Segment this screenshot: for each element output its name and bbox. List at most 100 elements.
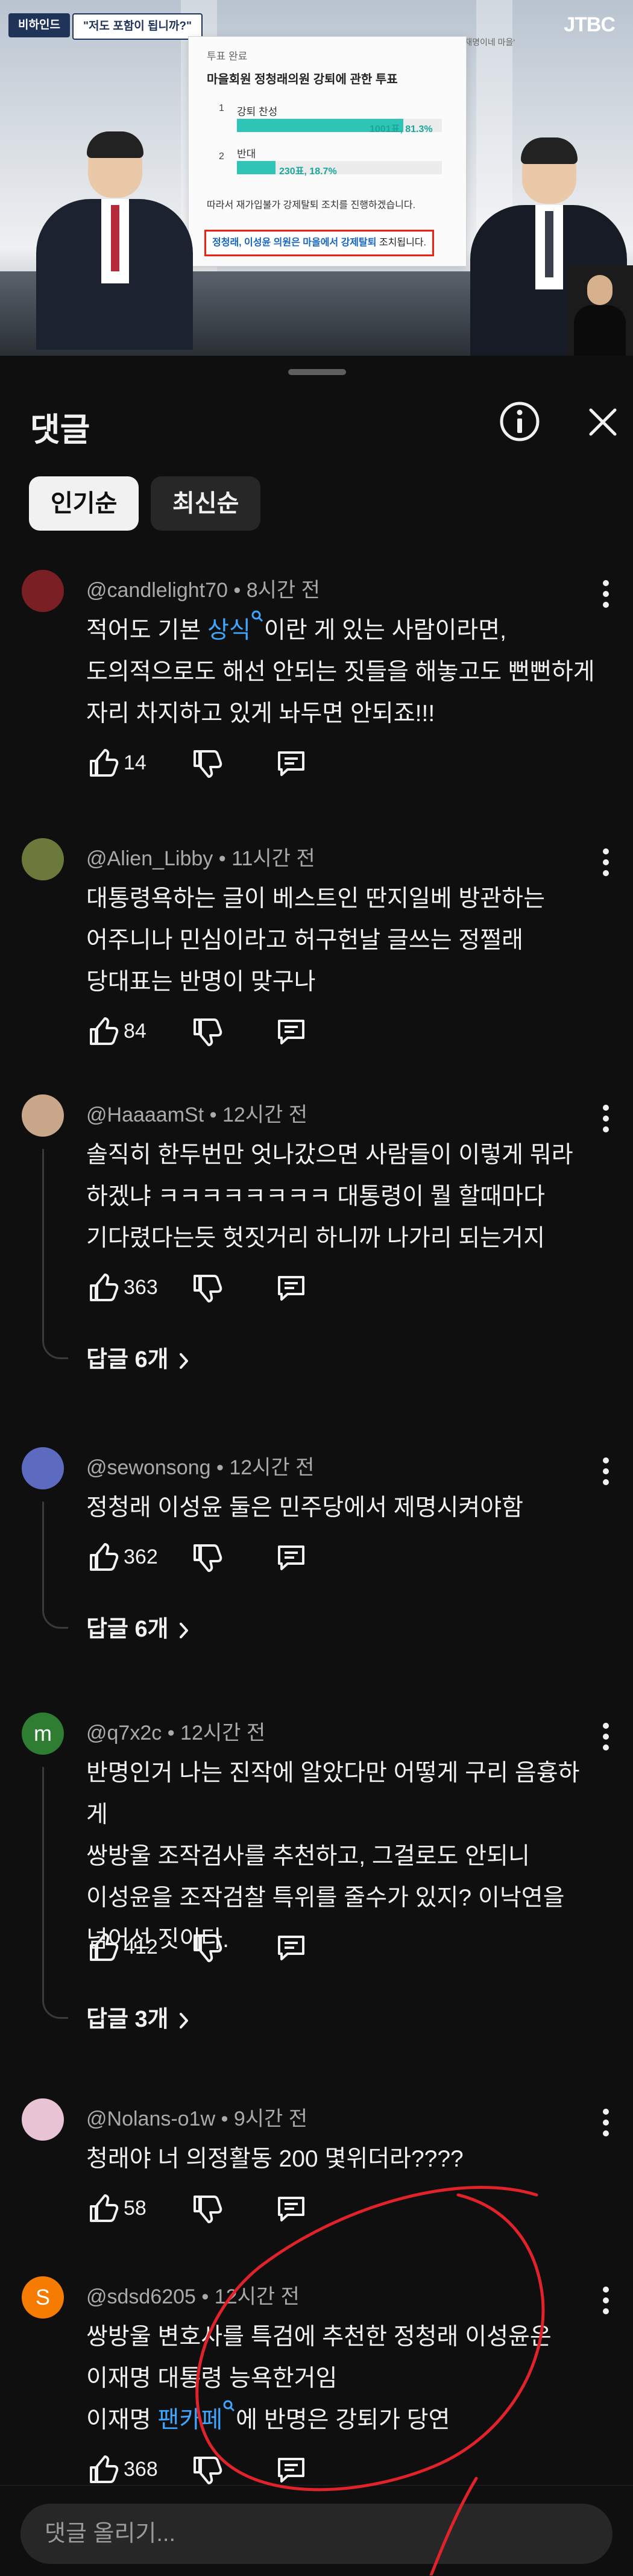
poll-option-number: 2 — [219, 151, 224, 162]
comment-time: 11시간 전 — [231, 847, 315, 870]
comment-time: 9시간 전 — [233, 2107, 308, 2130]
meta-separator: • — [215, 2107, 234, 2130]
comment-text-part: 에 반명은 강퇴가 당연 — [236, 2407, 450, 2433]
thumbs-down-icon — [194, 1275, 222, 1302]
poll-option-bar-track — [237, 161, 442, 174]
reply-button[interactable] — [274, 1931, 308, 1965]
comment-reply-icon — [278, 2197, 304, 2221]
search-link[interactable]: 팬카페 — [157, 2400, 236, 2433]
comment-author[interactable]: @q7x2c — [86, 1722, 162, 1744]
thumbs-up-icon — [90, 1543, 119, 1571]
comment-more-button[interactable] — [594, 576, 618, 612]
comment-more-button[interactable] — [594, 1453, 618, 1489]
thumbs-down-icon — [194, 1018, 222, 1046]
comment-author[interactable]: @sdsd6205 — [86, 2285, 196, 2308]
comment-reply-icon — [278, 1936, 304, 1960]
info-button[interactable] — [497, 399, 542, 444]
comment-text: 솔직히 한두번만 엇나갔으면 사람들이 이렇게 뭐라 하겠냐 ㅋㅋㅋㅋㅋㅋㅋㅋ … — [86, 1142, 573, 1251]
filter-chip-top[interactable]: 인기순 — [29, 476, 139, 531]
poll-option-label: 강퇴 찬성 — [237, 106, 278, 118]
comment-time: 12시간 전 — [229, 1456, 315, 1479]
comment-actions: 412 — [86, 1931, 388, 1979]
like-count: 58 — [124, 2197, 146, 2220]
comment-more-button[interactable] — [594, 844, 618, 880]
dislike-button[interactable] — [190, 1931, 224, 1965]
comment-author[interactable]: @HaaaamSt — [86, 1103, 204, 1126]
comment-more-button[interactable] — [594, 2282, 618, 2319]
avatar[interactable] — [22, 1094, 64, 1137]
comment-author[interactable]: @Nolans-o1w — [86, 2107, 215, 2130]
more-vert-icon — [603, 848, 609, 876]
reply-button[interactable] — [274, 1271, 308, 1305]
dislike-button[interactable] — [190, 2192, 224, 2226]
avatar[interactable] — [22, 1447, 64, 1489]
comment-text-part: 적어도 기본 — [86, 617, 208, 643]
like-button[interactable] — [86, 2453, 120, 2487]
comment-time: 12시간 전 — [222, 1103, 308, 1126]
comment-actions: 58 — [86, 2192, 388, 2240]
comment-reply-icon — [278, 1545, 304, 1570]
dislike-button[interactable] — [190, 1541, 224, 1574]
view-replies-button[interactable]: 답글 6개 — [86, 1610, 193, 1643]
close-button[interactable] — [585, 404, 621, 440]
comment-actions: 363 — [86, 1271, 388, 1319]
video-player[interactable]: 비하인드 "저도 포함이 됩니까?" JTBC 화면출처 네이버 카페 '재명이… — [0, 0, 633, 356]
comment-meta: @Alien_Libby • 11시간 전 — [86, 842, 315, 871]
dislike-button[interactable] — [190, 1271, 224, 1305]
poll-note: 따라서 재가입불가 강제탈퇴 조치를 진행하겠습니다. — [207, 200, 416, 210]
info-icon — [500, 402, 540, 441]
comment-more-button[interactable] — [594, 1719, 618, 1755]
avatar[interactable]: S — [22, 2276, 64, 2319]
reply-button[interactable] — [274, 747, 308, 780]
dislike-button[interactable] — [190, 1015, 224, 1049]
like-button[interactable] — [86, 1271, 120, 1305]
program-tag: 비하인드 — [8, 13, 70, 37]
thread-connector — [42, 1603, 68, 1629]
avatar[interactable]: m — [22, 1713, 64, 1755]
poll-option-value: 1001표, 81.3% — [370, 124, 433, 134]
search-icon — [251, 610, 263, 622]
avatar[interactable] — [22, 2098, 64, 2141]
comment-input[interactable] — [20, 2504, 613, 2564]
like-button[interactable] — [86, 747, 120, 780]
meta-separator: • — [204, 1103, 222, 1126]
like-button[interactable] — [86, 1931, 120, 1965]
like-button[interactable] — [86, 1541, 120, 1574]
like-button[interactable] — [86, 2192, 120, 2226]
like-count: 14 — [124, 751, 146, 774]
reply-button[interactable] — [274, 2453, 308, 2487]
comment-meta: @q7x2c • 12시간 전 — [86, 1716, 265, 1746]
comment-time: 12시간 전 — [180, 1722, 266, 1744]
view-replies-button[interactable]: 답글 3개 — [86, 2000, 193, 2033]
comment-actions: 84 — [86, 1015, 388, 1063]
dislike-button[interactable] — [190, 747, 224, 780]
comment-meta: @candlelight70 • 8시간 전 — [86, 573, 320, 603]
view-replies-button[interactable]: 답글 6개 — [86, 1340, 193, 1374]
close-icon — [589, 408, 617, 436]
search-link[interactable]: 상식 — [207, 610, 264, 643]
comment-more-button[interactable] — [594, 2104, 618, 2141]
meta-separator: • — [195, 2285, 215, 2308]
thumbs-down-icon — [194, 2196, 222, 2223]
comment-author[interactable]: @sewonsong — [86, 1456, 211, 1479]
thumbs-up-icon — [90, 1933, 119, 1961]
avatar[interactable] — [22, 570, 64, 612]
comment-author[interactable]: @Alien_Libby — [86, 847, 213, 870]
reply-button[interactable] — [274, 1015, 308, 1049]
drag-handle[interactable] — [288, 369, 346, 375]
avatar[interactable] — [22, 838, 64, 880]
reply-button[interactable] — [274, 2192, 308, 2226]
reply-button[interactable] — [274, 1541, 308, 1574]
comment-more-button[interactable] — [594, 1100, 618, 1137]
comment-author[interactable]: @candlelight70 — [86, 579, 228, 602]
poll-result-box: 정청래, 이성윤 의원은 마을에서 강제탈퇴 조치됩니다. — [204, 230, 434, 256]
meta-separator: • — [227, 579, 247, 602]
comment-actions: 362 — [86, 1541, 388, 1589]
thumbs-up-icon — [90, 2455, 119, 2483]
thumbs-down-icon — [194, 2457, 222, 2484]
dislike-button[interactable] — [190, 2453, 224, 2487]
comment-time: 12시간 전 — [214, 2285, 300, 2308]
filter-chip-newest[interactable]: 최신순 — [151, 476, 261, 531]
like-button[interactable] — [86, 1015, 120, 1049]
thread-line — [42, 1767, 44, 1994]
